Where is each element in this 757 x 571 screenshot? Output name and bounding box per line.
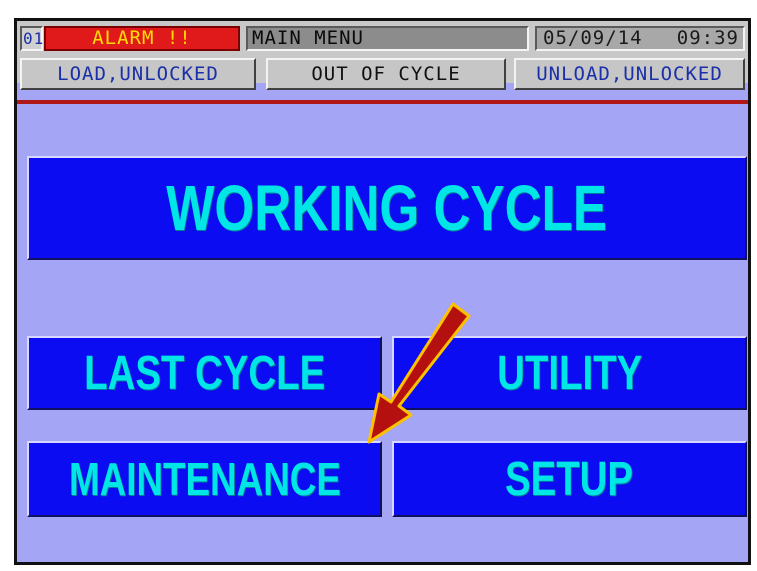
time-label: 09:39 xyxy=(676,27,739,49)
setup-button[interactable]: SETUP xyxy=(392,441,747,517)
header-divider xyxy=(17,100,748,104)
load-status-indicator: LOAD,UNLOCKED xyxy=(20,58,256,90)
working-cycle-button[interactable]: WORKING CYCLE xyxy=(27,156,747,260)
utility-label: UTILITY xyxy=(496,346,643,400)
maintenance-label: MAINTENANCE xyxy=(68,453,341,505)
maintenance-button[interactable]: MAINTENANCE xyxy=(27,441,382,517)
arrow-shape xyxy=(367,302,471,444)
setup-label: SETUP xyxy=(505,452,634,506)
date-time-display: 05/09/14 09:39 xyxy=(535,26,745,51)
date-label: 05/09/14 xyxy=(543,27,643,49)
alarm-indicator[interactable]: ALARM !! xyxy=(44,26,240,51)
working-cycle-label: WORKING CYCLE xyxy=(166,172,608,244)
unload-status-indicator: UNLOAD,UNLOCKED xyxy=(514,58,745,90)
station-number: 01 xyxy=(20,26,43,51)
last-cycle-label: LAST CYCLE xyxy=(83,346,326,400)
hmi-screen: 01 ALARM !! MAIN MENU 05/09/14 09:39 LOA… xyxy=(14,18,751,565)
last-cycle-button[interactable]: LAST CYCLE xyxy=(27,336,382,410)
screen-title: MAIN MENU xyxy=(246,26,529,51)
red-arrow-icon xyxy=(367,302,471,444)
cycle-status-indicator: OUT OF CYCLE xyxy=(266,58,506,90)
